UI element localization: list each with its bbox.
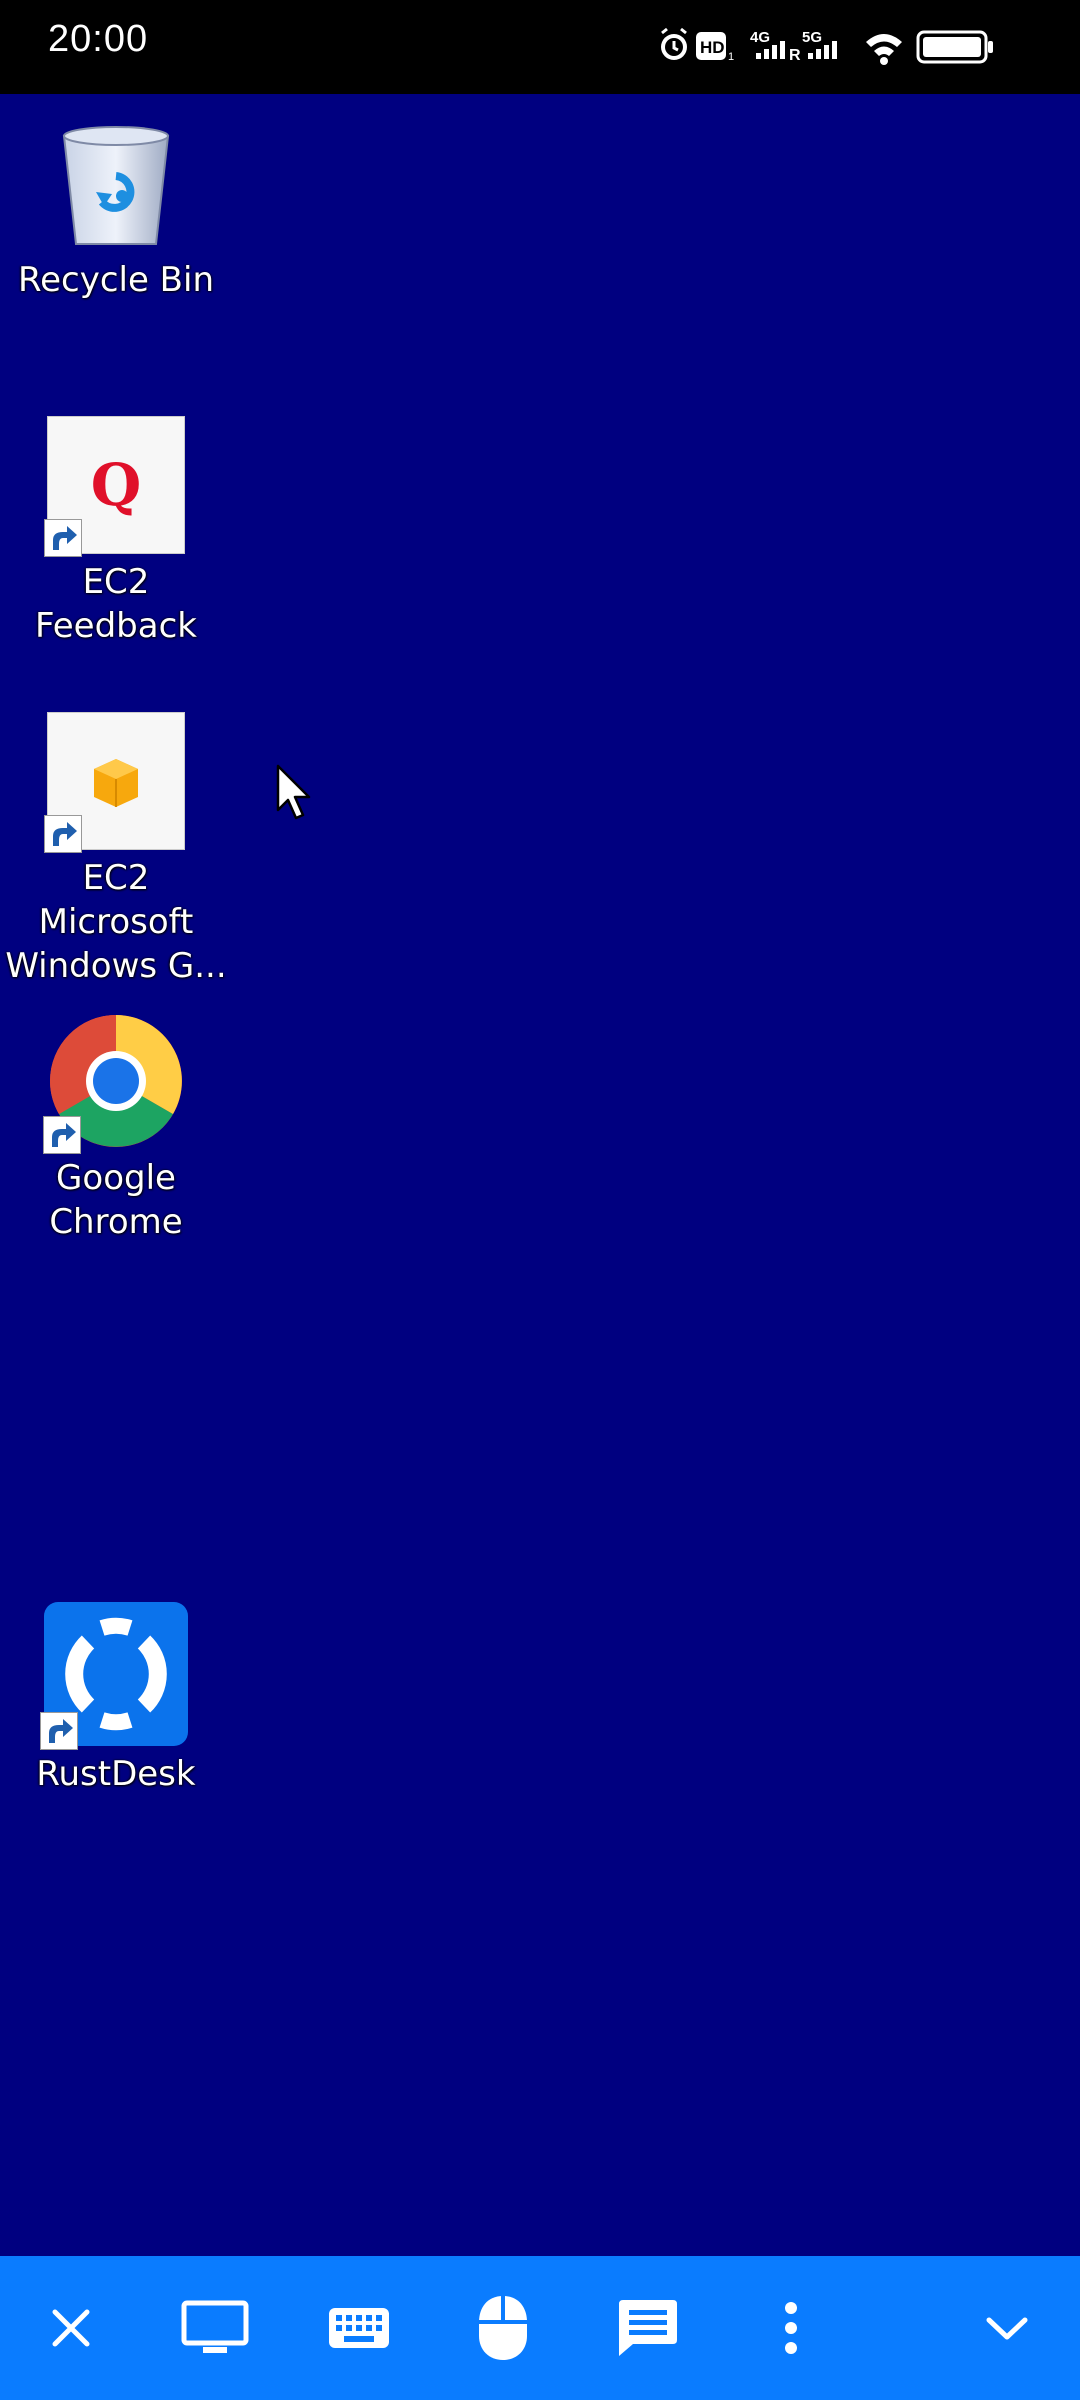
net1-label: 4G bbox=[750, 29, 770, 46]
shortcut-arrow-icon bbox=[43, 1116, 81, 1154]
alarm-icon bbox=[661, 27, 687, 60]
close-button[interactable] bbox=[16, 2256, 126, 2400]
status-icons: HD 1 4G R 5G bbox=[656, 22, 1036, 70]
more-icon bbox=[785, 2302, 797, 2354]
desktop-icon-label: RustDesk bbox=[36, 1754, 196, 1794]
desktop-icon-rustdesk[interactable]: RustDesk bbox=[0, 1602, 232, 1796]
collapse-toolbar-button[interactable] bbox=[952, 2256, 1062, 2400]
shortcut-arrow-icon bbox=[44, 815, 82, 853]
desktop-icon-recycle-bin[interactable]: Recycle Bin bbox=[0, 122, 232, 302]
battery-icon bbox=[916, 30, 993, 64]
display-button[interactable] bbox=[160, 2256, 270, 2400]
collapse-icon bbox=[986, 2317, 1028, 2340]
hd-icon: HD 1 bbox=[696, 32, 734, 63]
mouse-cursor-icon bbox=[276, 764, 316, 828]
hd-label: HD bbox=[700, 38, 725, 57]
keyboard-button[interactable] bbox=[304, 2256, 414, 2400]
desktop-icon-chrome[interactable]: Google Chrome bbox=[0, 1012, 232, 1244]
chat-button[interactable] bbox=[592, 2256, 702, 2400]
remote-toolbar bbox=[0, 2256, 1080, 2400]
keyboard-icon bbox=[329, 2308, 389, 2348]
mouse-button[interactable] bbox=[448, 2256, 558, 2400]
ec2-feedback-icon: Q bbox=[44, 416, 185, 557]
chrome-icon bbox=[43, 1012, 185, 1154]
shortcut-arrow-icon bbox=[44, 519, 82, 557]
recycle-bin-icon bbox=[56, 122, 176, 252]
status-time: 20:00 bbox=[48, 18, 149, 60]
desktop-icon-label: Recycle Bin bbox=[17, 260, 214, 300]
ec2-feedback-glyph: Q bbox=[90, 451, 142, 519]
desktop-icon-label: EC2 Feedback bbox=[35, 562, 197, 646]
roaming-icon: R bbox=[789, 47, 801, 64]
rustdesk-icon bbox=[40, 1602, 188, 1750]
mouse-icon bbox=[479, 2296, 527, 2360]
4g-signal-icon: 4G bbox=[750, 29, 785, 59]
remote-desktop[interactable]: Recycle Bin Q EC2 Feedback EC2 Microsoft… bbox=[0, 94, 1080, 2256]
hd-sub-label: 1 bbox=[728, 51, 734, 63]
more-button[interactable] bbox=[736, 2256, 846, 2400]
status-bar: 20:00 HD 1 4G R 5G bbox=[0, 0, 1080, 94]
close-icon bbox=[52, 2309, 90, 2347]
chat-icon bbox=[619, 2300, 677, 2356]
desktop-icon-label: EC2 Microsoft Windows G... bbox=[5, 858, 227, 986]
net2-label: 5G bbox=[802, 29, 822, 46]
5g-signal-icon: 5G bbox=[802, 29, 837, 59]
desktop-icon-ec2-windows-guide[interactable]: EC2 Microsoft Windows G... bbox=[0, 712, 232, 988]
ec2-windows-guide-icon bbox=[44, 712, 185, 853]
display-icon bbox=[181, 2300, 249, 2353]
wifi-icon bbox=[866, 34, 902, 65]
shortcut-arrow-icon bbox=[40, 1712, 78, 1750]
desktop-icon-ec2-feedback[interactable]: Q EC2 Feedback bbox=[0, 416, 232, 648]
desktop-icon-label: Google Chrome bbox=[49, 1158, 183, 1242]
